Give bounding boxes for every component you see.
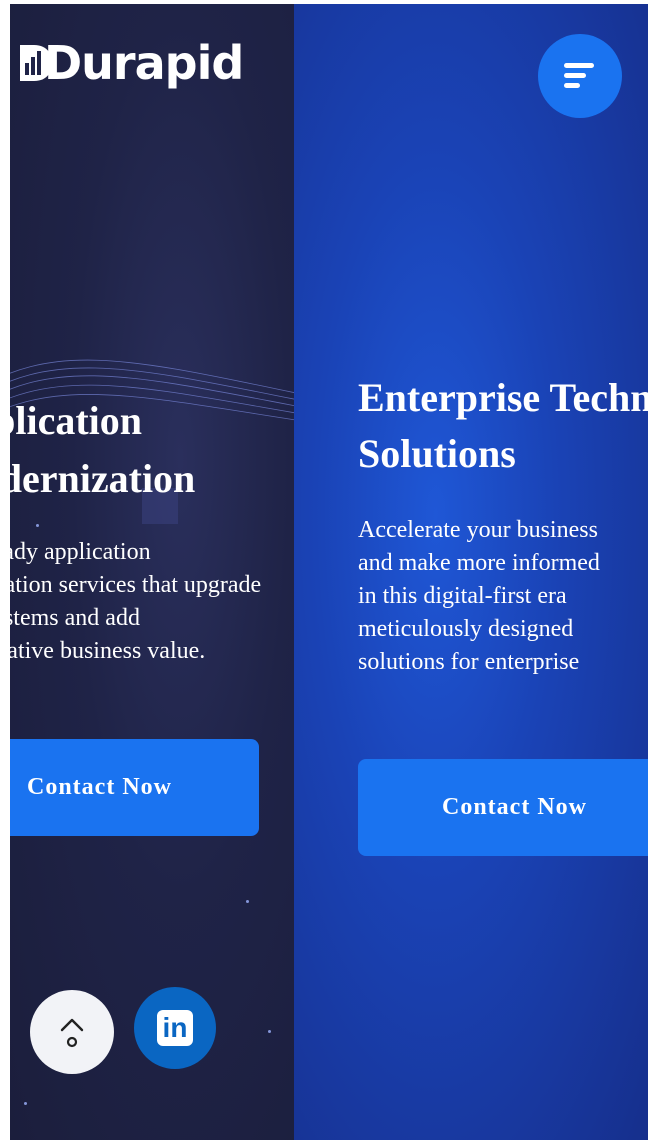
star-dot [268, 1030, 271, 1033]
description-line: transformative business value. [10, 638, 206, 664]
contact-now-button[interactable]: Contact Now [358, 759, 648, 856]
menu-button[interactable] [538, 34, 622, 118]
star-dot [24, 1102, 27, 1105]
linkedin-icon: in [157, 1010, 193, 1046]
slide-description: Accelerate your business and make more i… [358, 514, 648, 679]
description-line: meticulously designed [358, 616, 574, 642]
slide-enterprise-solutions: Enterprise Technology Solutions Accelera… [294, 4, 648, 1140]
slide-heading: Enterprise Technology Solutions [358, 370, 648, 482]
description-line: solutions for enterprise [358, 649, 580, 675]
star-dot [246, 900, 249, 903]
brand-name: Durapid [44, 36, 244, 90]
slide-application-modernization: Application Modernization Future-ready a… [10, 4, 294, 1140]
slide-description: Future-ready application modernization s… [10, 536, 294, 668]
star-dot [36, 524, 39, 527]
description-line: Future-ready application [10, 539, 151, 565]
description-line: and make more informed [358, 550, 600, 576]
description-line: in this digital-first era [358, 583, 567, 609]
chevron-up-icon [60, 1018, 84, 1048]
scroll-to-top-button[interactable] [30, 990, 114, 1074]
description-line: modernization services that upgrade [10, 572, 262, 598]
linkedin-button[interactable]: in [134, 987, 216, 1069]
contact-now-button[interactable]: Contact Now [10, 739, 259, 836]
brand-logo[interactable]: Durapid [16, 36, 244, 90]
description-line: Accelerate your business [358, 517, 598, 543]
heading-line: Application [10, 398, 143, 443]
heading-line: Modernization [10, 456, 196, 501]
slide-heading: Application Modernization [10, 392, 294, 508]
description-line: legacy systems and add [10, 605, 140, 631]
heading-line: Enterprise Technology [358, 375, 648, 420]
hero-carousel: Application Modernization Future-ready a… [10, 4, 648, 1140]
menu-icon [564, 63, 594, 88]
heading-line: Solutions [358, 431, 516, 476]
